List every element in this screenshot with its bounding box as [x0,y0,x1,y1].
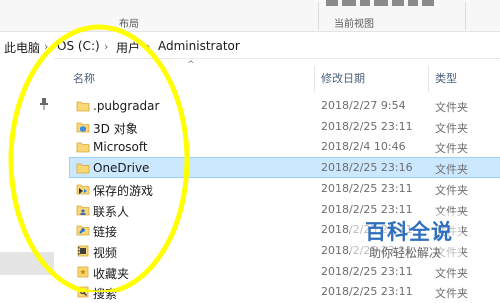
folder-icon [76,139,90,153]
file-name: Microsoft [93,140,148,154]
links-icon [76,222,90,236]
3d-objects-icon [76,119,90,133]
watermark-subtitle: 助你轻松解决 [369,246,442,260]
contacts-icon [76,202,90,216]
videos-icon [76,243,90,257]
file-name: 3D 对象 [93,122,138,136]
ribbon-group-current-view: 当前视图 [334,19,374,30]
file-name: 收藏夹 [93,267,130,281]
file-name: 联系人 [93,205,130,219]
ribbon-divider [465,2,466,30]
file-name: 保存的游戏 [93,184,154,198]
breadcrumb-users[interactable]: 用户 [116,39,140,56]
ribbon-group-layout: 布局 [119,19,139,30]
file-modified-date: 2018/2/25 23:11 [321,120,413,133]
breadcrumb-this-pc[interactable]: 此电脑 [4,39,40,56]
file-type: 文件夹 [435,122,468,135]
file-type: 文件夹 [435,101,468,114]
saved-games-icon [76,181,90,195]
folder-icon [76,98,90,112]
file-row[interactable]: 搜索 2018/2/25 23:11 文件夹 [70,282,500,302]
file-name: .pubgradar [93,99,160,113]
file-modified-date: 2018/2/27 9:54 [321,99,406,112]
file-modified-date: 2018/2/25 23:11 [321,265,413,278]
ribbon: 布局 当前视图 [0,0,500,32]
pin-icon[interactable] [39,98,49,110]
folder-icon [76,160,90,174]
watermark-title: 百科全说 [365,220,453,244]
navigation-item-selected[interactable] [0,252,54,275]
file-type: 文件夹 [435,184,468,197]
column-header-modified[interactable]: 修改日期 [321,70,365,86]
chevron-right-icon[interactable]: › [44,40,54,53]
file-type: 文件夹 [435,287,468,300]
file-name: 链接 [93,225,118,239]
column-header-type[interactable]: 类型 [435,70,457,86]
favorites-icon [76,264,90,278]
file-row[interactable]: 3D 对象 2018/2/25 23:11 文件夹 [70,117,500,137]
file-name: OneDrive [93,161,150,175]
file-modified-date: 2018/2/25 23:11 [321,182,413,195]
column-header-row: ^ 名称 修改日期 类型 [70,58,500,92]
ribbon-divider [318,2,319,30]
breadcrumb-drive-c[interactable]: OS (C:) [57,39,100,53]
file-name: 视频 [93,246,118,260]
file-name: 搜索 [93,287,118,301]
file-modified-date: 2018/2/25 23:16 [321,161,413,174]
navigation-pane[interactable] [0,58,54,292]
searches-icon [76,284,90,298]
chevron-right-icon[interactable]: › [104,40,114,53]
ribbon-truncated-tools[interactable] [326,0,436,8]
column-divider[interactable] [314,66,315,92]
file-modified-date: 2018/2/4 10:46 [321,140,406,153]
sort-up-icon: ^ [187,60,195,70]
chevron-right-icon[interactable]: › [146,40,156,53]
file-row[interactable]: OneDrive 2018/2/25 23:16 文件夹 [69,157,500,178]
file-row[interactable]: .pubgradar 2018/2/27 9:54 文件夹 [70,96,500,116]
column-header-name[interactable]: 名称 [73,70,95,86]
file-row[interactable]: Microsoft 2018/2/4 10:46 文件夹 [70,137,500,157]
breadcrumb[interactable]: 此电脑 › OS (C:) › 用户 › Administrator [0,33,500,59]
file-type: 文件夹 [435,163,468,176]
breadcrumb-administrator[interactable]: Administrator [158,39,240,53]
file-row[interactable]: 收藏夹 2018/2/25 23:11 文件夹 [70,262,500,282]
column-divider[interactable] [428,66,429,92]
file-row[interactable]: 保存的游戏 2018/2/25 23:11 文件夹 [70,179,500,199]
file-type: 文件夹 [435,267,468,280]
file-type: 文件夹 [435,142,468,155]
